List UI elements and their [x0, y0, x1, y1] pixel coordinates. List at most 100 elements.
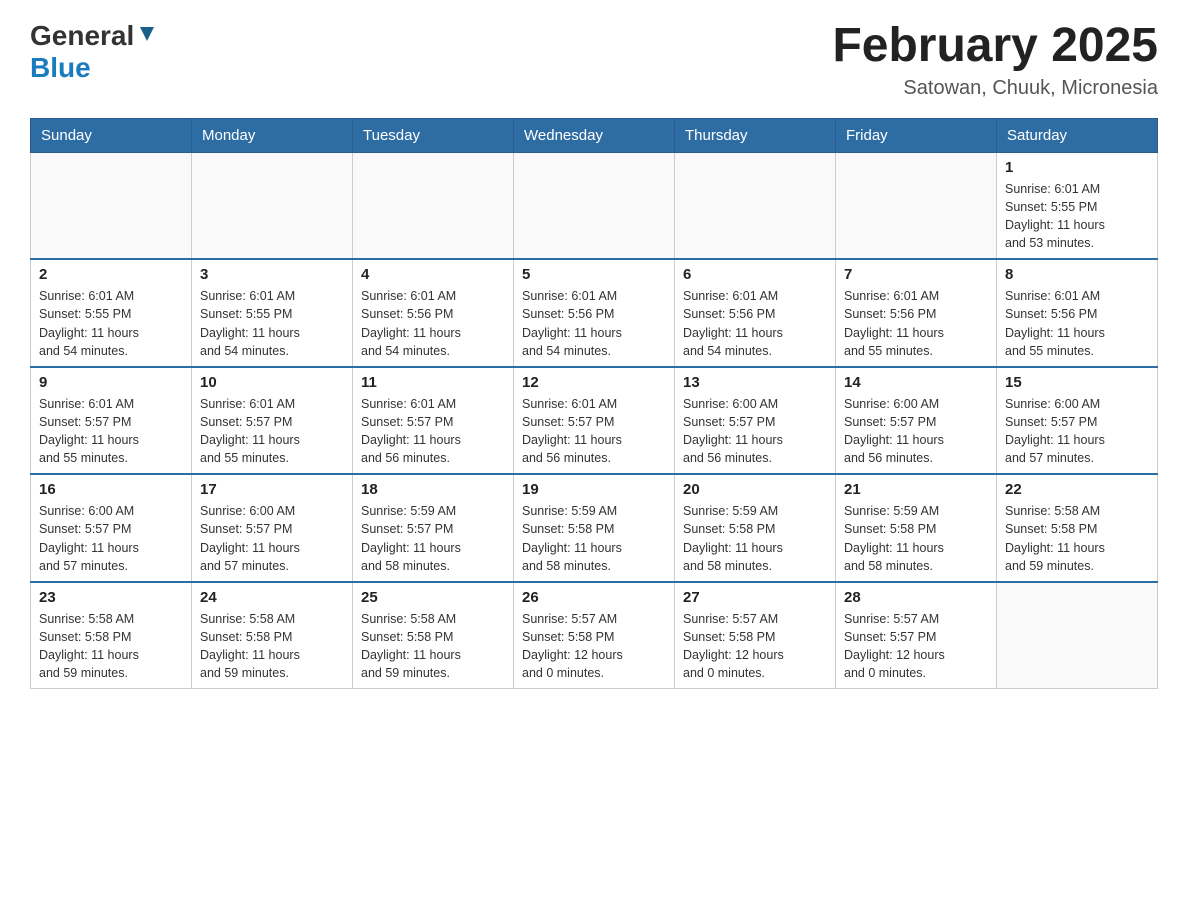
day-info: Sunrise: 5:59 AM Sunset: 5:58 PM Dayligh…	[522, 502, 666, 575]
day-header-saturday: Saturday	[997, 118, 1158, 152]
day-info: Sunrise: 6:01 AM Sunset: 5:56 PM Dayligh…	[683, 287, 827, 360]
day-info: Sunrise: 6:01 AM Sunset: 5:56 PM Dayligh…	[522, 287, 666, 360]
day-number: 11	[361, 374, 505, 391]
day-header-wednesday: Wednesday	[514, 118, 675, 152]
day-header-monday: Monday	[192, 118, 353, 152]
day-number: 8	[1005, 266, 1149, 283]
calendar-cell: 12Sunrise: 6:01 AM Sunset: 5:57 PM Dayli…	[514, 367, 675, 475]
calendar-table: SundayMondayTuesdayWednesdayThursdayFrid…	[30, 118, 1158, 690]
day-info: Sunrise: 6:01 AM Sunset: 5:57 PM Dayligh…	[522, 395, 666, 468]
calendar-cell: 17 Sunrise: 6:00 AM Sunset: 5:57 PM Dayli…	[192, 474, 353, 582]
calendar-cell: 7 Sunrise: 6:01 AM Sunset: 5:56 PM Daylig…	[836, 259, 997, 367]
day-info: Sunrise: 6:00 AM Sunset: 5:57 PM Dayligh…	[683, 395, 827, 468]
calendar-cell: 18 Sunrise: 5:59 AM Sunset: 5:57 PM Dayli…	[353, 474, 514, 582]
calendar-cell: 6 Sunrise: 6:01 AM Sunset: 5:56 PM Daylig…	[675, 259, 836, 367]
calendar-cell: 15 Sunrise: 6:00 AM Sunset: 5:57 PM Dayli…	[997, 367, 1158, 475]
day-info: Sunrise: 5:58 AM Sunset: 5:58 PM Dayligh…	[200, 610, 344, 683]
calendar-cell: 1Sunrise: 6:01 AM Sunset: 5:55 PM Daylig…	[997, 152, 1158, 259]
calendar-week-4: 16 Sunrise: 6:00 AM Sunset: 5:57 PM Dayli…	[31, 474, 1158, 582]
day-number: 3	[200, 266, 344, 283]
day-info: Sunrise: 5:58 AM Sunset: 5:58 PM Dayligh…	[1005, 502, 1149, 575]
calendar-cell: 11 Sunrise: 6:01 AM Sunset: 5:57 PM Dayli…	[353, 367, 514, 475]
day-header-friday: Friday	[836, 118, 997, 152]
day-number: 10	[200, 374, 344, 391]
calendar-cell: 25Sunrise: 5:58 AM Sunset: 5:58 PM Dayli…	[353, 582, 514, 689]
day-number: 21	[844, 481, 988, 498]
day-number: 14	[844, 374, 988, 391]
day-number: 26	[522, 589, 666, 606]
calendar-cell	[514, 152, 675, 259]
calendar-cell: 21 Sunrise: 5:59 AM Sunset: 5:58 PM Dayli…	[836, 474, 997, 582]
calendar-cell: 5 Sunrise: 6:01 AM Sunset: 5:56 PM Daylig…	[514, 259, 675, 367]
calendar-cell: 13 Sunrise: 6:00 AM Sunset: 5:57 PM Dayli…	[675, 367, 836, 475]
day-info: Sunrise: 6:01 AM Sunset: 5:56 PM Dayligh…	[844, 287, 988, 360]
day-number: 27	[683, 589, 827, 606]
day-header-tuesday: Tuesday	[353, 118, 514, 152]
calendar-cell: 28Sunrise: 5:57 AM Sunset: 5:57 PM Dayli…	[836, 582, 997, 689]
day-number: 2	[39, 266, 183, 283]
day-info: Sunrise: 6:01 AM Sunset: 5:55 PM Dayligh…	[39, 287, 183, 360]
logo-blue-text: Blue	[30, 52, 91, 84]
day-info: Sunrise: 5:58 AM Sunset: 5:58 PM Dayligh…	[39, 610, 183, 683]
calendar-week-2: 2 Sunrise: 6:01 AM Sunset: 5:55 PM Daylig…	[31, 259, 1158, 367]
day-info: Sunrise: 6:01 AM Sunset: 5:56 PM Dayligh…	[1005, 287, 1149, 360]
day-number: 5	[522, 266, 666, 283]
calendar-cell	[192, 152, 353, 259]
day-number: 20	[683, 481, 827, 498]
calendar-cell	[31, 152, 192, 259]
day-info: Sunrise: 6:01 AM Sunset: 5:57 PM Dayligh…	[361, 395, 505, 468]
day-number: 7	[844, 266, 988, 283]
calendar-cell: 22 Sunrise: 5:58 AM Sunset: 5:58 PM Dayli…	[997, 474, 1158, 582]
day-number: 13	[683, 374, 827, 391]
calendar-cell: 26Sunrise: 5:57 AM Sunset: 5:58 PM Dayli…	[514, 582, 675, 689]
calendar-cell: 23 Sunrise: 5:58 AM Sunset: 5:58 PM Dayli…	[31, 582, 192, 689]
calendar-cell: 4 Sunrise: 6:01 AM Sunset: 5:56 PM Daylig…	[353, 259, 514, 367]
calendar-title: February 2025	[832, 20, 1158, 73]
calendar-week-1: 1Sunrise: 6:01 AM Sunset: 5:55 PM Daylig…	[31, 152, 1158, 259]
calendar-subtitle: Satowan, Chuuk, Micronesia	[832, 77, 1158, 100]
logo-general-text: General	[30, 20, 134, 52]
day-info: Sunrise: 5:59 AM Sunset: 5:57 PM Dayligh…	[361, 502, 505, 575]
day-number: 25	[361, 589, 505, 606]
day-info: Sunrise: 6:01 AM Sunset: 5:57 PM Dayligh…	[200, 395, 344, 468]
day-number: 16	[39, 481, 183, 498]
day-header-sunday: Sunday	[31, 118, 192, 152]
calendar-cell	[997, 582, 1158, 689]
day-number: 6	[683, 266, 827, 283]
day-info: Sunrise: 6:00 AM Sunset: 5:57 PM Dayligh…	[844, 395, 988, 468]
calendar-cell: 3 Sunrise: 6:01 AM Sunset: 5:55 PM Daylig…	[192, 259, 353, 367]
day-number: 19	[522, 481, 666, 498]
day-info: Sunrise: 5:59 AM Sunset: 5:58 PM Dayligh…	[683, 502, 827, 575]
calendar-cell	[353, 152, 514, 259]
calendar-cell: 24 Sunrise: 5:58 AM Sunset: 5:58 PM Dayli…	[192, 582, 353, 689]
day-info: Sunrise: 6:00 AM Sunset: 5:57 PM Dayligh…	[1005, 395, 1149, 468]
day-number: 4	[361, 266, 505, 283]
day-info: Sunrise: 5:57 AM Sunset: 5:57 PM Dayligh…	[844, 610, 988, 683]
calendar-week-5: 23 Sunrise: 5:58 AM Sunset: 5:58 PM Dayli…	[31, 582, 1158, 689]
day-info: Sunrise: 6:01 AM Sunset: 5:56 PM Dayligh…	[361, 287, 505, 360]
calendar-cell	[675, 152, 836, 259]
calendar-cell: 19 Sunrise: 5:59 AM Sunset: 5:58 PM Dayli…	[514, 474, 675, 582]
day-number: 9	[39, 374, 183, 391]
day-info: Sunrise: 6:01 AM Sunset: 5:55 PM Dayligh…	[200, 287, 344, 360]
day-info: Sunrise: 6:00 AM Sunset: 5:57 PM Dayligh…	[200, 502, 344, 575]
logo-arrow-icon	[136, 23, 158, 45]
day-info: Sunrise: 5:59 AM Sunset: 5:58 PM Dayligh…	[844, 502, 988, 575]
calendar-cell	[836, 152, 997, 259]
day-number: 24	[200, 589, 344, 606]
calendar-cell: 8 Sunrise: 6:01 AM Sunset: 5:56 PM Daylig…	[997, 259, 1158, 367]
calendar-cell: 2 Sunrise: 6:01 AM Sunset: 5:55 PM Daylig…	[31, 259, 192, 367]
calendar-header-row: SundayMondayTuesdayWednesdayThursdayFrid…	[31, 118, 1158, 152]
day-number: 15	[1005, 374, 1149, 391]
day-number: 18	[361, 481, 505, 498]
calendar-cell: 10 Sunrise: 6:01 AM Sunset: 5:57 PM Dayli…	[192, 367, 353, 475]
day-number: 17	[200, 481, 344, 498]
day-number: 22	[1005, 481, 1149, 498]
day-info: Sunrise: 5:57 AM Sunset: 5:58 PM Dayligh…	[683, 610, 827, 683]
page-header: General Blue February 2025 Satowan, Chuu…	[30, 20, 1158, 100]
calendar-week-3: 9 Sunrise: 6:01 AM Sunset: 5:57 PM Daylig…	[31, 367, 1158, 475]
day-header-thursday: Thursday	[675, 118, 836, 152]
title-block: February 2025 Satowan, Chuuk, Micronesia	[832, 20, 1158, 100]
day-info: Sunrise: 6:01 AM Sunset: 5:55 PM Dayligh…	[1005, 180, 1149, 253]
day-number: 23	[39, 589, 183, 606]
